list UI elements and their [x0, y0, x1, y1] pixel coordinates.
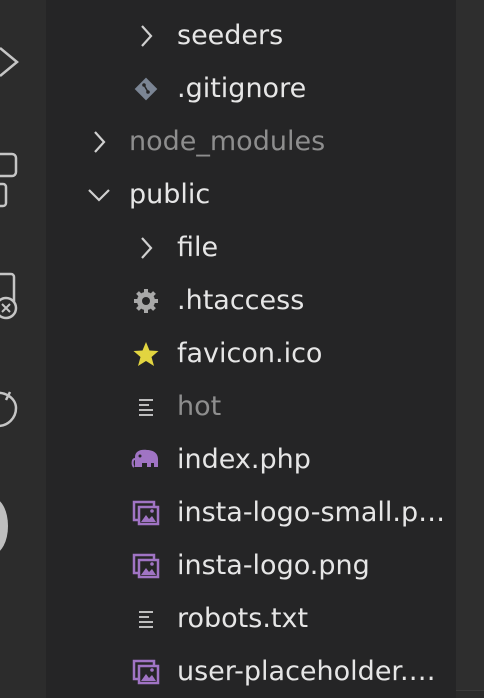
- tree-item-file[interactable]: file: [46, 221, 456, 274]
- scrollbar-thumb[interactable]: [456, 0, 484, 691]
- tree-item-gitignore[interactable]: .gitignore: [46, 62, 456, 115]
- tree-item-insta-logo-small[interactable]: insta-logo-small.png: [46, 486, 456, 539]
- tree-item-label: favicon.ico: [177, 338, 323, 369]
- file-explorer-tree: seeders .gitignore node_modules public f…: [46, 0, 456, 698]
- text-lines-icon: [131, 604, 161, 634]
- tree-item-seeders[interactable]: seeders: [46, 9, 456, 62]
- tree-item-robots[interactable]: robots.txt: [46, 592, 456, 645]
- github-icon[interactable]: [0, 388, 22, 432]
- tree-item-label: insta-logo-small.png: [177, 497, 449, 528]
- tree-item-user-placeholder[interactable]: user-placeholder.png: [46, 645, 456, 698]
- star-icon: [131, 339, 161, 369]
- remote-explorer-icon[interactable]: [0, 150, 22, 212]
- tree-item-label: robots.txt: [177, 603, 309, 634]
- image-icon: [131, 551, 161, 581]
- tree-item-index-php[interactable]: index.php: [46, 433, 456, 486]
- tree-item-label: hot: [177, 391, 222, 422]
- gear-icon: [131, 286, 161, 316]
- tree-item-favicon[interactable]: favicon.ico: [46, 327, 456, 380]
- vertical-scrollbar[interactable]: [456, 0, 484, 698]
- tree-item-label: public: [129, 179, 211, 210]
- tree-item-public[interactable]: public: [46, 168, 456, 221]
- tree-item-label: .gitignore: [177, 73, 307, 104]
- chevron-down-icon: [84, 180, 114, 210]
- account-avatar[interactable]: [0, 498, 8, 554]
- tree-item-label: file: [177, 232, 219, 263]
- chevron-right-icon: [131, 233, 161, 263]
- tree-item-label: insta-logo.png: [177, 550, 370, 581]
- image-icon: [131, 498, 161, 528]
- php-elephant-icon: [131, 445, 161, 475]
- tree-item-label: seeders: [177, 20, 284, 51]
- tree-item-label: user-placeholder.png: [177, 656, 449, 687]
- chevron-right-icon: [84, 127, 114, 157]
- chevron-right-icon: [131, 21, 161, 51]
- tree-item-label: .htaccess: [177, 285, 305, 316]
- run-debug-icon[interactable]: [0, 44, 22, 80]
- activity-bar: [0, 0, 46, 698]
- tree-item-label: node_modules: [129, 126, 326, 157]
- tree-item-insta-logo[interactable]: insta-logo.png: [46, 539, 456, 592]
- remote-window-icon[interactable]: [0, 270, 22, 326]
- git-icon: [131, 74, 161, 104]
- image-icon: [131, 657, 161, 687]
- tree-item-hot[interactable]: hot: [46, 380, 456, 433]
- tree-item-htaccess[interactable]: .htaccess: [46, 274, 456, 327]
- tree-item-node-modules[interactable]: node_modules: [46, 115, 456, 168]
- text-lines-icon: [131, 392, 161, 422]
- tree-item-label: index.php: [177, 444, 311, 475]
